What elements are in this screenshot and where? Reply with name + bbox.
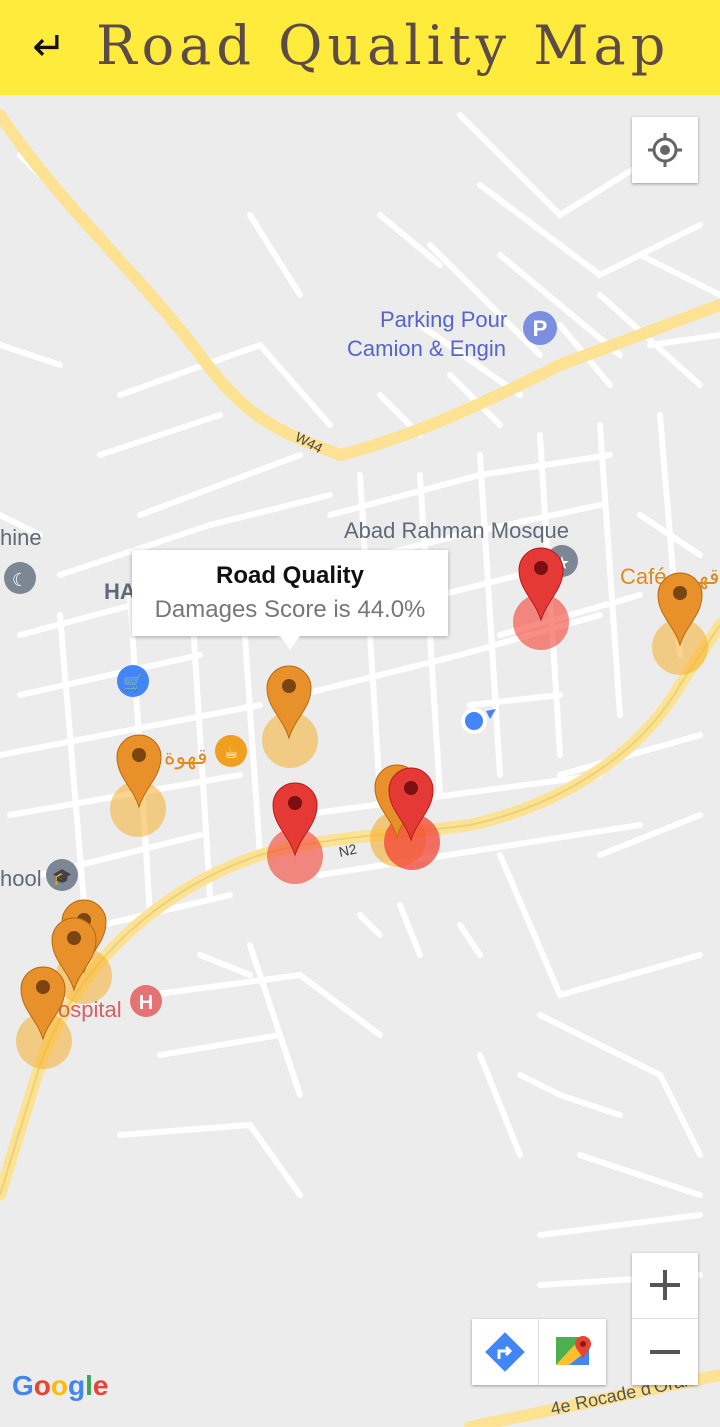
damage-markers-layer: [16, 547, 708, 1069]
map-view[interactable]: P ★ ☾ 🛒 ☕ 🎓 H: [0, 95, 720, 1427]
app-bar: ↵ Road Quality Map: [0, 0, 720, 95]
marker-info-window[interactable]: Road Quality Damages Score is 44.0%: [132, 550, 448, 650]
back-arrow-icon[interactable]: ↵: [24, 20, 74, 75]
page-title: Road Quality Map: [96, 14, 671, 77]
info-window-title: Road Quality: [215, 562, 365, 589]
info-window-body: Damages Score is 44.0%: [154, 596, 426, 623]
